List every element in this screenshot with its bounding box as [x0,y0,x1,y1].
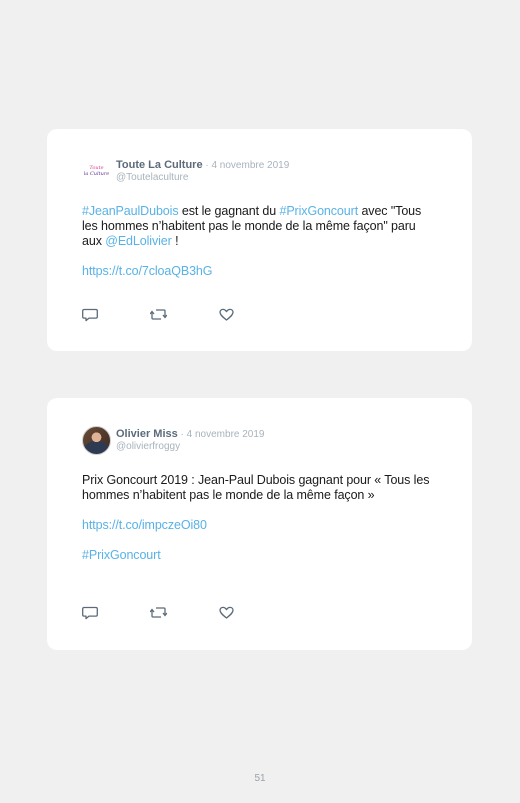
tweet-card: Olivier Miss · 4 novembre 2019 @olivierf… [47,398,472,650]
page: Toute la Culture Toute La Culture · 4 no… [0,0,520,803]
author-name[interactable]: Toute La Culture [116,159,203,171]
tweet-actions [82,307,286,322]
author-name[interactable]: Olivier Miss [116,428,178,440]
tweet-paragraph: https://t.co/7cloaQB3hG [82,264,432,279]
author-line: Toute La Culture · 4 novembre 2019 [116,159,289,172]
reply-icon[interactable] [82,307,99,322]
avatar[interactable] [82,426,111,455]
tweet-date[interactable]: 4 novembre 2019 [187,429,265,440]
tweet-paragraph: Prix Goncourt 2019 : Jean-Paul Dubois ga… [82,473,430,502]
author-line: Olivier Miss · 4 novembre 2019 [116,428,265,441]
hashtag-link[interactable]: #PrixGoncourt [82,548,161,562]
url-link[interactable]: https://t.co/impczeOi80 [82,518,207,532]
url-link[interactable]: https://t.co/7cloaQB3hG [82,264,213,278]
tweet-actions [82,605,286,620]
hashtag-link[interactable]: #JeanPaulDubois [82,204,179,218]
tweet-card: Toute la Culture Toute La Culture · 4 no… [47,129,472,351]
tweet-date[interactable]: 4 novembre 2019 [211,160,289,171]
author-block: Toute La Culture · 4 novembre 2019 @Tout… [116,159,289,183]
author-handle[interactable]: @Toutelaculture [116,172,289,184]
mention-link[interactable]: @EdLolivier [105,234,172,248]
tweet-text-segment: est le gagnant du [178,204,280,218]
tweet-paragraph: https://t.co/impczeOi80 [82,518,432,533]
author-block: Olivier Miss · 4 novembre 2019 @olivierf… [116,428,265,452]
tweet-text: Prix Goncourt 2019 : Jean-Paul Dubois ga… [82,473,432,563]
tweet-paragraph: #JeanPaulDubois est le gagnant du #PrixG… [82,204,432,249]
tweet-header: Toute la Culture Toute La Culture · 4 no… [82,157,289,186]
retweet-icon[interactable] [150,605,167,620]
author-handle[interactable]: @olivierfroggy [116,441,265,453]
like-icon[interactable] [218,307,235,322]
tweet-text-segment: ! [171,234,179,248]
tweet-paragraph: #PrixGoncourt [82,548,432,563]
date-separator: · [177,429,187,441]
like-icon[interactable] [218,605,235,620]
tweet-header: Olivier Miss · 4 novembre 2019 @olivierf… [82,426,265,455]
avatar-logo-text: la Culture [83,171,110,177]
retweet-icon[interactable] [150,307,167,322]
tweet-text: #JeanPaulDubois est le gagnant du #PrixG… [82,204,432,279]
hashtag-link[interactable]: #PrixGoncourt [279,204,358,218]
avatar[interactable]: Toute la Culture [82,157,111,186]
reply-icon[interactable] [82,605,99,620]
page-number: 51 [254,773,266,784]
